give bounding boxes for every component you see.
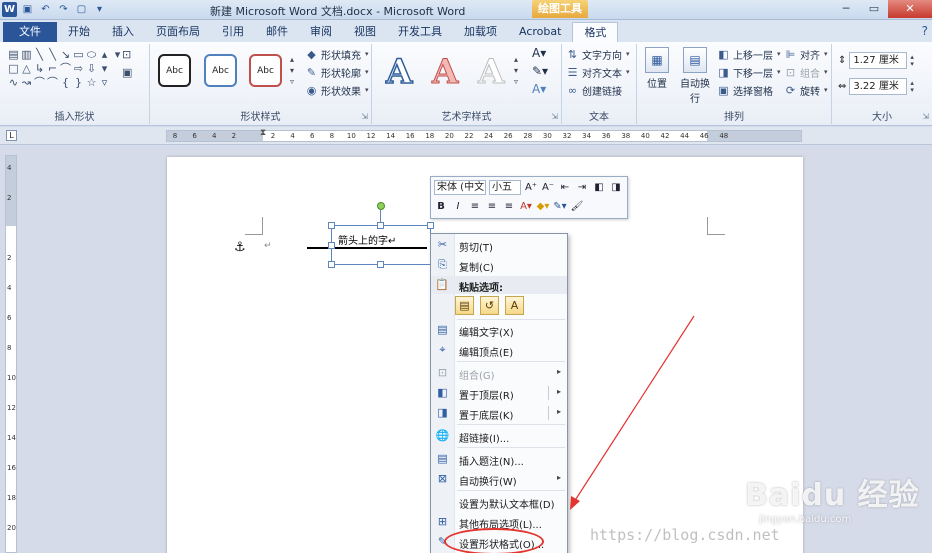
annotation-ellipse [444,528,544,553]
baidu-logo: Baidu 经验 [745,478,920,513]
baidu-url: jingyan.baidu.com [759,514,852,525]
baidu-watermark: Baidu 经验 jingyan.baidu.com [745,470,920,525]
csdn-watermark: https://blog.csdn.net [590,526,780,544]
annotation-arrow-head [570,496,580,510]
annotation-arrow-line [573,315,695,503]
